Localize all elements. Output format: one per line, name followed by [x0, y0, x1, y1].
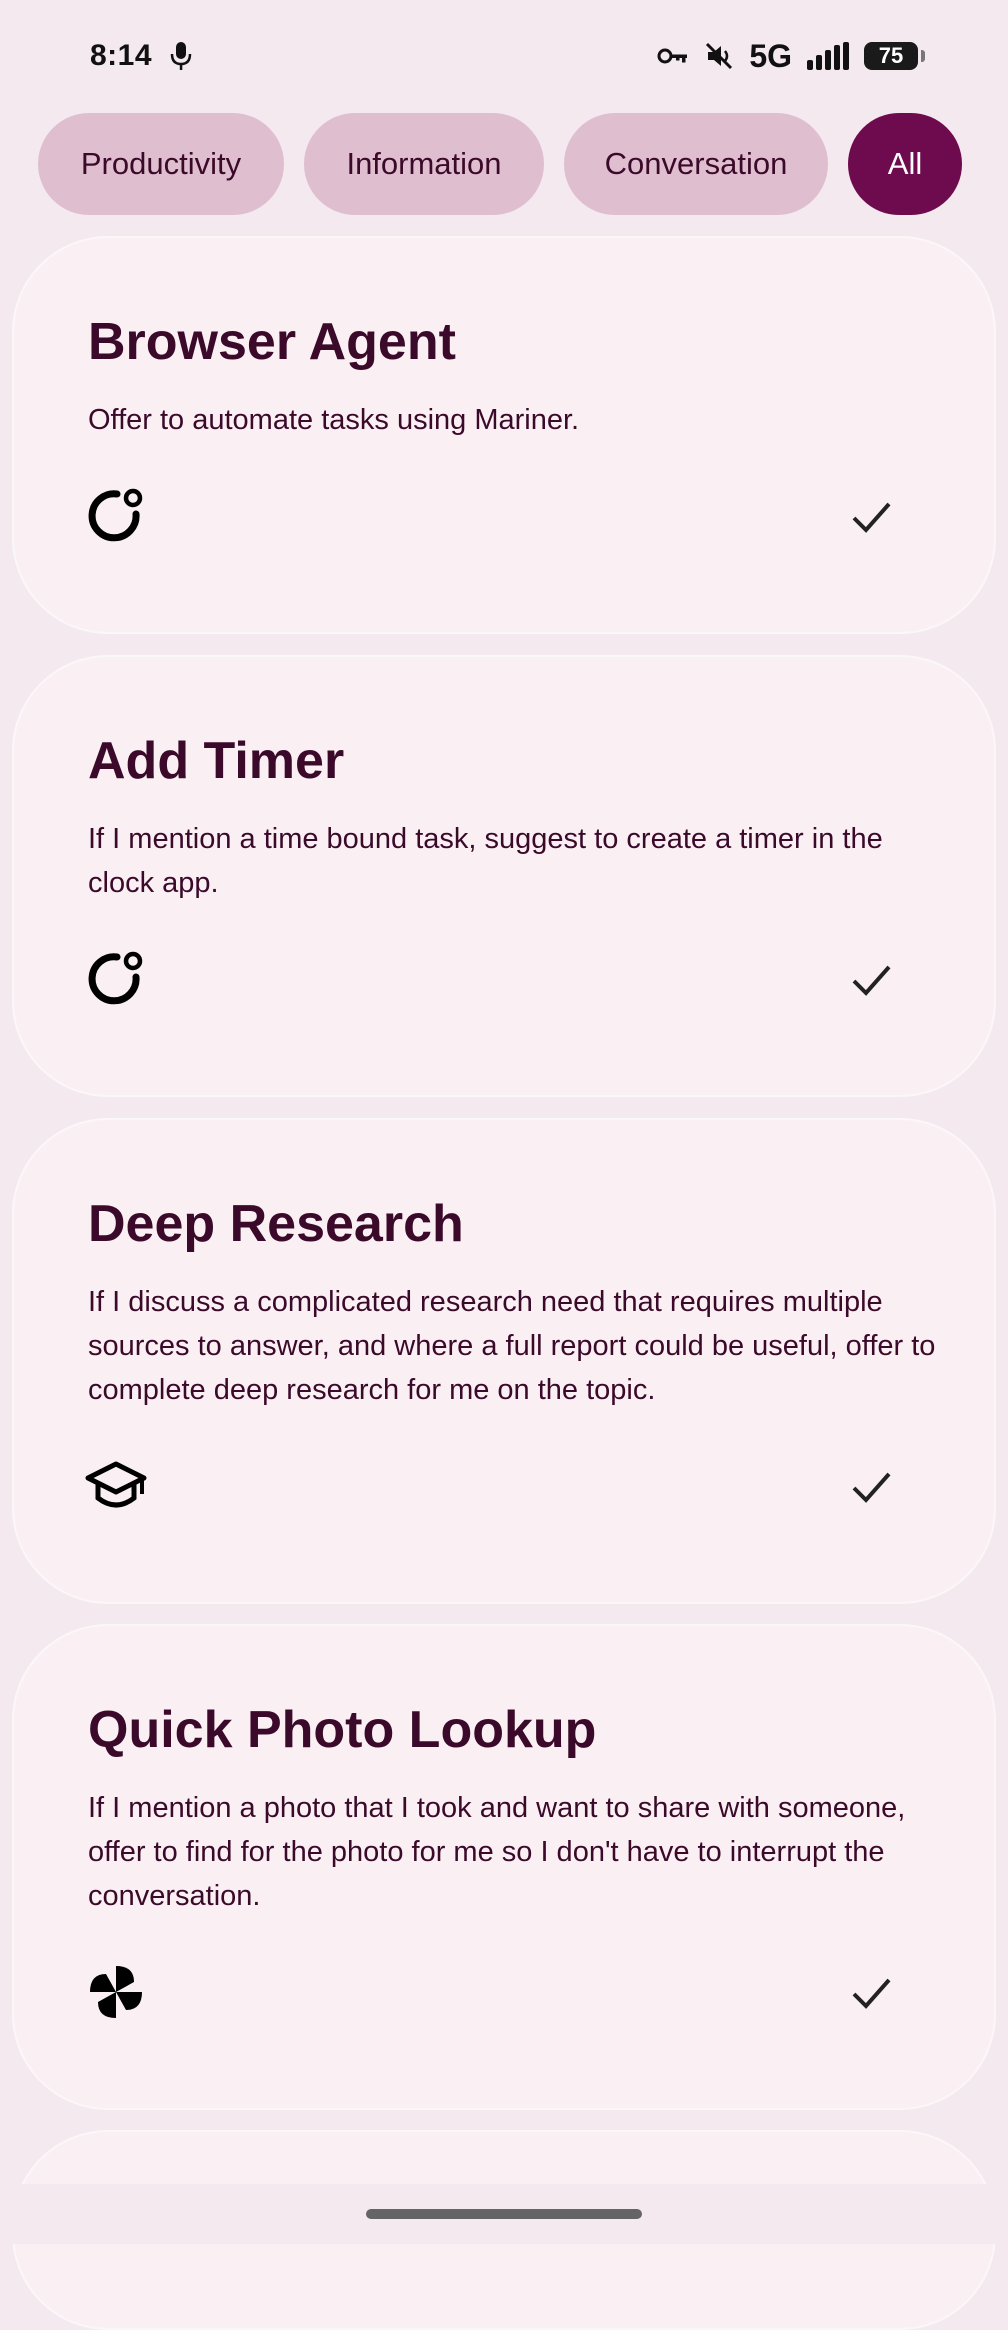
card-browser-agent[interactable]: Browser Agent Offer to automate tasks us…	[12, 236, 996, 634]
filter-chip-information[interactable]: Information	[304, 113, 544, 215]
filter-chip-label: Conversation	[604, 146, 788, 181]
filter-chip-label: All	[887, 146, 923, 181]
check-icon[interactable]	[848, 1970, 894, 2016]
network-label: 5G	[749, 37, 792, 74]
card-description: If I mention a time bound task, suggest …	[88, 823, 883, 899]
card-title: Browser Agent	[88, 313, 456, 371]
battery-icon: 75	[864, 42, 925, 70]
card-quick-photo-lookup[interactable]: Quick Photo Lookup If I mention a photo …	[12, 1624, 996, 2110]
battery-level: 75	[878, 43, 904, 68]
filter-chip-productivity[interactable]: Productivity	[38, 113, 284, 215]
check-icon[interactable]	[848, 957, 894, 1003]
ring-dot-icon	[88, 488, 143, 542]
card-description: Offer to automate tasks using Mariner.	[88, 404, 580, 436]
mic-icon	[170, 42, 192, 70]
vpn-key-icon	[657, 48, 688, 64]
card-description: If I mention a photo that I took and wan…	[88, 1792, 906, 1912]
filter-chip-all[interactable]: All	[848, 113, 962, 215]
home-indicator[interactable]	[366, 2209, 642, 2219]
card-add-timer[interactable]: Add Timer If I mention a time bound task…	[12, 655, 996, 1097]
filter-chip-label: Information	[346, 146, 502, 181]
pinwheel-icon	[90, 1966, 142, 2018]
filter-chip-conversation[interactable]: Conversation	[564, 113, 828, 215]
status-bar: 8:14 5G 75	[0, 0, 1008, 112]
check-icon[interactable]	[848, 1464, 894, 1510]
ring-dot-icon	[88, 951, 143, 1005]
status-left: 8:14	[90, 39, 192, 73]
mute-icon	[706, 42, 733, 70]
card-title: Quick Photo Lookup	[88, 1701, 597, 1759]
status-right: 5G 75	[657, 37, 925, 75]
status-time: 8:14	[90, 39, 153, 72]
check-icon[interactable]	[848, 494, 894, 540]
filter-chip-row: Productivity Information Conversation Al…	[0, 112, 1008, 216]
filter-chip-label: Productivity	[80, 146, 242, 181]
graduation-cap-icon	[85, 1461, 147, 1508]
card-title: Add Timer	[88, 732, 345, 790]
card-title: Deep Research	[88, 1195, 464, 1253]
card-description: If I discuss a complicated research need…	[88, 1286, 936, 1406]
card-deep-research[interactable]: Deep Research If I discuss a complicated…	[12, 1118, 996, 1604]
signal-icon	[807, 42, 849, 70]
